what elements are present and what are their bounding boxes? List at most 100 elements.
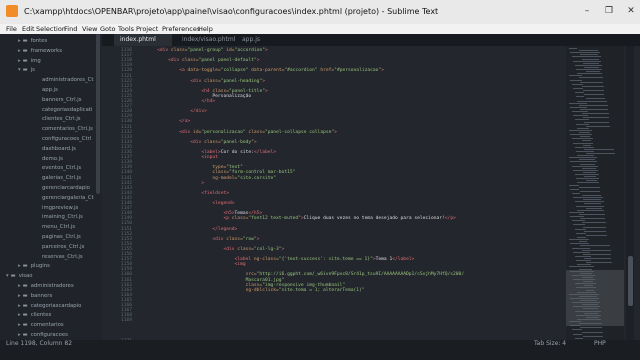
sidebar-item[interactable]: app.js <box>42 85 58 95</box>
chevron-right-icon[interactable]: ▸ <box>18 332 21 338</box>
sidebar-item[interactable]: imgpreview.js <box>42 203 78 213</box>
chevron-right-icon[interactable]: ▸ <box>18 312 21 318</box>
code-line[interactable]: <div id="personalizacao" class="panel-co… <box>146 130 337 136</box>
chevron-right-icon[interactable]: ▸ <box>18 38 21 44</box>
chevron-right-icon[interactable]: ▸ <box>18 293 21 299</box>
menu-help[interactable]: Help <box>198 24 213 34</box>
sidebar-item[interactable]: ▸ ▬ banners <box>18 291 52 301</box>
sidebar-item[interactable]: ▸ ▬ frameworks <box>18 46 62 56</box>
sidebar-item[interactable]: banners_Ctrl.js <box>42 95 82 105</box>
sidebar-tree[interactable]: ▸ ▬ fontes ▸ ▬ frameworks ▸ ▬ img ▾ ▬ js administrad… <box>0 34 102 340</box>
minimap-line <box>580 190 601 192</box>
minimap-line <box>570 106 588 108</box>
editor-scrollbar-thumb[interactable] <box>628 256 633 306</box>
sidebar-item[interactable]: reservas_Ctrl.js <box>42 252 83 262</box>
menu-goto[interactable]: Goto <box>100 24 116 34</box>
minimap-line <box>569 48 577 49</box>
sidebar-item[interactable]: gerenciargaleria_Ct <box>42 193 94 203</box>
chevron-right-icon[interactable]: ▸ <box>18 283 21 289</box>
code-line[interactable]: <img <box>146 262 246 268</box>
menu-selection[interactable]: Selection <box>36 24 66 34</box>
minimap-line <box>585 316 599 318</box>
minimap-line <box>577 155 595 157</box>
code-line[interactable]: <p class="font12 text-muted">Clique duas… <box>146 216 455 222</box>
sidebar-item[interactable]: ▸ ▬ clientes <box>18 310 51 320</box>
menu-find[interactable]: Find <box>64 24 77 34</box>
menu-edit[interactable]: Edit <box>22 24 35 34</box>
code-line[interactable]: <div class="panel-body"> <box>146 140 256 146</box>
tab-app-js[interactable]: app.js <box>238 34 272 46</box>
code-line[interactable]: <div class="panel panel-default"> <box>146 58 259 64</box>
chevron-down-icon[interactable]: ▾ <box>18 67 21 73</box>
chevron-right-icon[interactable]: ▸ <box>18 263 21 269</box>
code-line[interactable]: <div class="row"> <box>146 237 259 243</box>
sidebar-item-label: app.js <box>42 87 58 93</box>
chevron-down-icon[interactable]: ▾ <box>6 273 9 279</box>
code-line[interactable]: <a data-toggle="collapse" data-parent="#… <box>146 68 384 74</box>
menu-view[interactable]: View <box>82 24 97 34</box>
code-line[interactable]: ng-dblclick="site.tema = 1; alterarTema(… <box>146 288 365 294</box>
sidebar-item[interactable]: clientes_Ctrl.js <box>42 114 81 124</box>
sidebar-item[interactable]: ▾ ▬ visao <box>6 271 33 281</box>
sidebar-item[interactable]: administradores_Ct <box>42 75 93 85</box>
sidebar-item[interactable]: demo.js <box>42 154 63 164</box>
sidebar-item[interactable]: imaining_Ctrl.js <box>42 212 83 222</box>
code-line[interactable]: <fieldset> <box>146 191 229 197</box>
sidebar-item[interactable]: ▸ ▬ fontes <box>18 36 47 46</box>
maximize-icon[interactable]: ❐ <box>602 5 616 17</box>
sidebar-item[interactable]: ▸ ▬ configuracoes <box>18 330 68 340</box>
sidebar-item[interactable]: configuracoes_Ctrl <box>42 134 91 144</box>
sidebar-item[interactable]: categoriasdaplicati <box>42 105 92 115</box>
sidebar-item-label: configuracoes_Ctrl <box>42 136 92 142</box>
tab-index-visao-phtml[interactable]: index/visao.phtml <box>178 34 244 46</box>
sidebar-item-label: categoriascardapio <box>30 302 82 309</box>
sidebar-scrollbar[interactable] <box>96 34 100 194</box>
minimap[interactable] <box>566 46 624 340</box>
code-line[interactable]: </h4> <box>146 99 215 105</box>
code-line[interactable]: <div class="panel-heading"> <box>146 79 265 85</box>
sidebar-item[interactable]: comentarios_Ctrl.js <box>42 124 93 134</box>
sidebar-item[interactable]: ▸ ▬ img <box>18 56 41 66</box>
sidebar-item[interactable]: parceiros_Ctrl.js <box>42 242 84 252</box>
title-bar: C:\xampp\htdocs\OPENBAR\projeto\app\pain… <box>0 0 640 24</box>
sidebar-item[interactable]: ▸ ▬ comentarios <box>18 320 64 330</box>
code-line[interactable]: </div> <box>146 109 207 115</box>
chevron-right-icon[interactable]: ▸ <box>18 303 21 309</box>
minimap-line <box>574 201 604 203</box>
code-editor[interactable]: 1116 1117 1118 1119 1120 1121 1122 1123 1124 1125… <box>102 46 640 340</box>
sidebar-item[interactable]: eventos_Ctrl.js <box>42 163 81 173</box>
sidebar-item[interactable]: gerenciarcardapio <box>42 183 90 193</box>
sidebar-item[interactable]: paginas_Ctrl.js <box>42 232 81 242</box>
code-line[interactable]: </legend> <box>146 227 237 233</box>
code-line[interactable]: </a> <box>146 119 190 125</box>
code-line[interactable]: <div class="panel-group" id="accordion"> <box>146 48 268 54</box>
chevron-right-icon[interactable]: ▸ <box>18 58 21 64</box>
sidebar-item-label: clientes <box>30 312 52 319</box>
menu-project[interactable]: Project <box>136 24 158 34</box>
menu-tools[interactable]: Tools <box>118 24 134 34</box>
sidebar-item[interactable]: ▸ ▬ plugins <box>18 261 50 271</box>
sidebar-item[interactable]: ▸ ▬ administradores <box>18 281 74 291</box>
code-line[interactable]: <div class="col-lg-3"> <box>146 247 284 253</box>
sidebar-item-label: visao <box>18 273 33 280</box>
menu-file[interactable]: File <box>6 24 17 34</box>
sidebar-item[interactable]: galerias_Ctrl.js <box>42 173 81 183</box>
close-icon[interactable]: ✕ <box>624 5 638 17</box>
status-syntax[interactable]: PHP <box>594 340 606 348</box>
code-line[interactable]: > <box>146 181 204 187</box>
sidebar-item[interactable]: menu_Ctrl.js <box>42 222 75 232</box>
menu-preferences[interactable]: Preferences <box>162 24 200 34</box>
minimap-line <box>569 266 594 268</box>
sidebar-item[interactable]: ▸ ▬ categoriascardapio <box>18 301 81 311</box>
folder-icon: ▬ <box>22 312 28 319</box>
chevron-right-icon[interactable]: ▸ <box>18 322 21 328</box>
tab-index-phtml[interactable]: index.phtml <box>114 34 172 46</box>
chevron-right-icon[interactable]: ▸ <box>18 48 21 54</box>
minimap-line <box>569 129 592 131</box>
minimize-icon[interactable]: – <box>580 5 594 17</box>
code-line[interactable]: <legend> <box>146 201 234 207</box>
status-tab-size[interactable]: Tab Size: 4 <box>534 340 566 348</box>
sidebar-item[interactable]: ▾ ▬ js <box>18 65 35 75</box>
code-line[interactable]: <input <box>146 155 218 161</box>
sidebar-item[interactable]: dashboard.js <box>42 144 76 154</box>
